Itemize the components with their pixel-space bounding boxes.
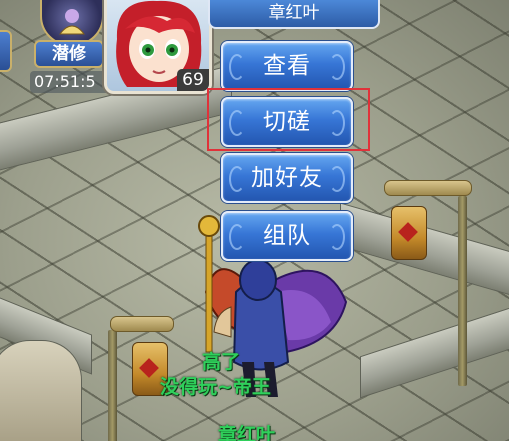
swirl-ornament-icon: [329, 224, 345, 250]
stone-base-left: [0, 340, 82, 441]
lamp-post-left: [108, 330, 117, 441]
qianxiu-button[interactable]: 潜修: [34, 40, 104, 68]
add-friend-button-label: 加好友: [251, 165, 323, 191]
target-portrait[interactable]: 69: [104, 0, 212, 94]
left-panel-tab[interactable]: [0, 30, 12, 72]
team-up-button-label: 组队: [263, 223, 311, 249]
add-friend-button[interactable]: 加好友: [221, 153, 353, 203]
swirl-ornament-icon: [329, 166, 345, 192]
target-name-header: 章红叶: [208, 0, 380, 29]
team-up-button[interactable]: 组队: [221, 211, 353, 261]
level-badge: 69: [177, 69, 209, 91]
stone-wall-bottom-right: [360, 303, 509, 399]
selection-highlight: [207, 88, 370, 151]
player-name-label[interactable]: 章红叶: [218, 420, 275, 441]
player-title-partial: 高了: [202, 351, 241, 373]
lamp-hook-left: [110, 316, 174, 332]
swirl-ornament-icon: [229, 224, 245, 250]
lamp-hook-right: [384, 180, 472, 196]
swirl-ornament-icon: [229, 54, 245, 80]
lantern-right: [391, 206, 427, 260]
lamp-post-right: [458, 196, 467, 386]
game-clock: 07:51:5: [30, 71, 112, 93]
view-button-label: 查看: [263, 53, 311, 79]
swirl-ornament-icon: [229, 166, 245, 192]
lotus-icon: [58, 9, 86, 35]
player-title: 没得玩~帝王: [160, 376, 271, 398]
view-button[interactable]: 查看: [221, 41, 353, 91]
swirl-ornament-icon: [329, 54, 345, 80]
